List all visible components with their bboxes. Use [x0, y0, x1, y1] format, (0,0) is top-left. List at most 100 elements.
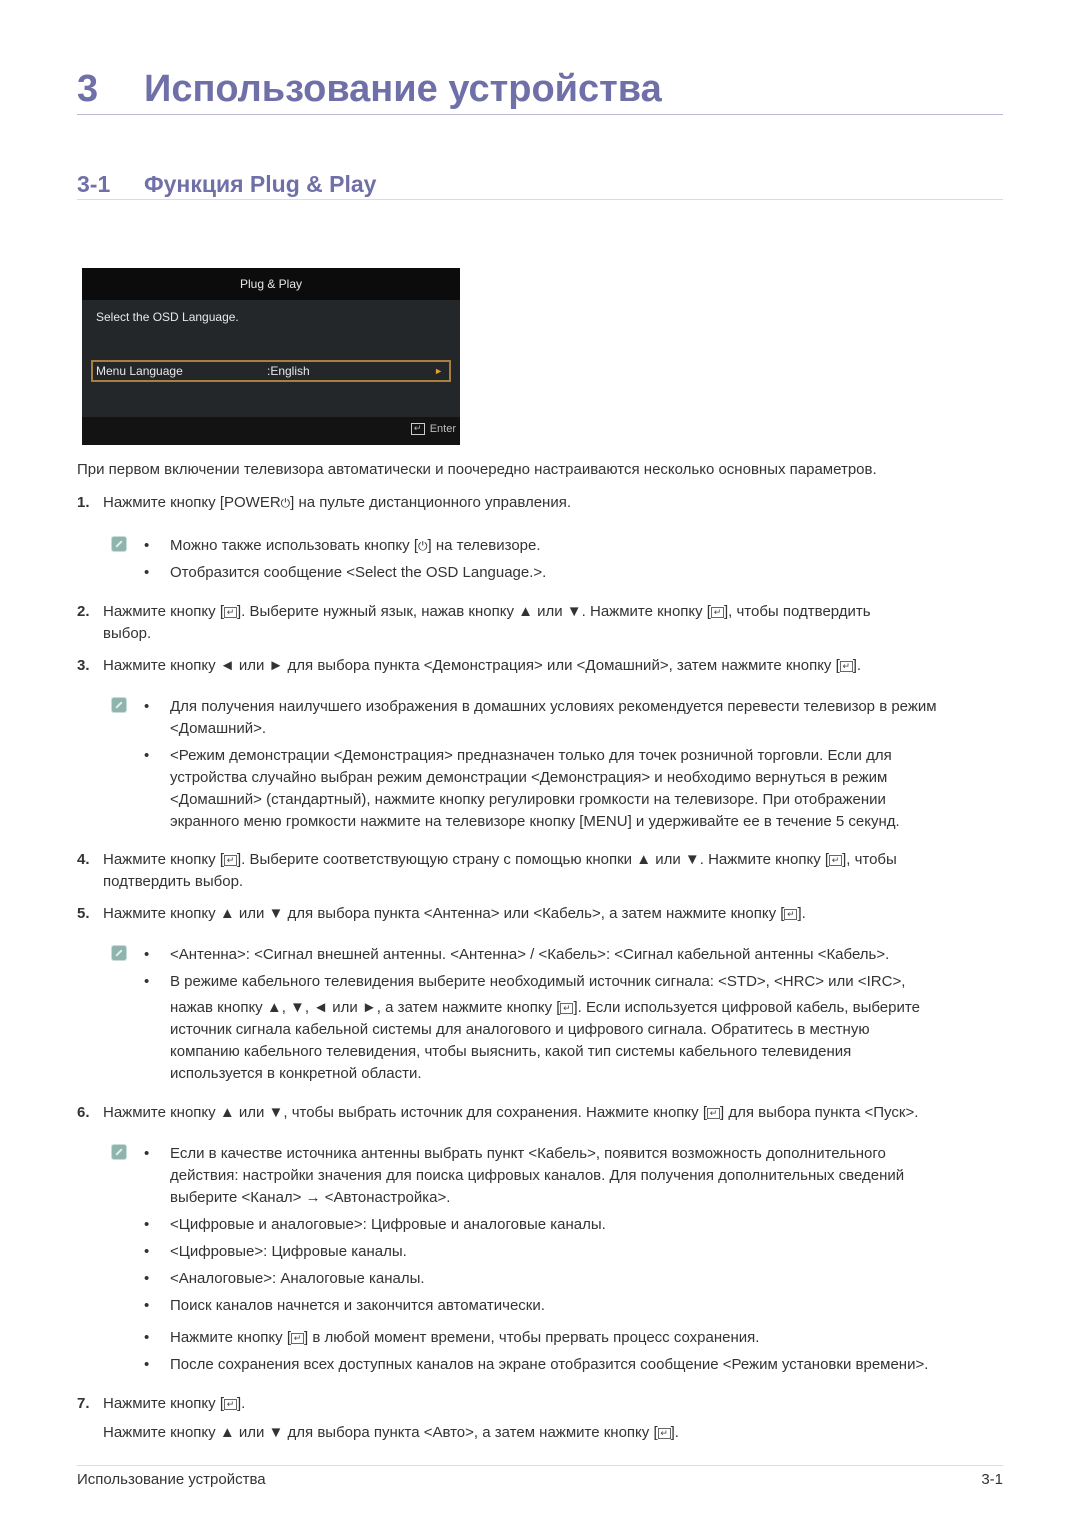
step-number: 6. [77, 1104, 90, 1121]
step-7-text: Нажмите кнопку [↵]. [103, 1393, 245, 1415]
enter-icon: ↵ [291, 1333, 304, 1344]
step-number: 3. [77, 657, 90, 674]
note-text: Можно также использовать кнопку [⏻] на т… [170, 535, 541, 557]
note-icon [112, 698, 126, 712]
note-text: источник сигнала кабельной системы для а… [170, 1021, 870, 1038]
step-number: 2. [77, 603, 90, 620]
enter-icon: ↵ [710, 607, 724, 618]
note-text: Поиск каналов начнется и закончится авто… [170, 1297, 545, 1314]
power-icon: ⏻ [418, 539, 428, 553]
bullet: • [144, 564, 150, 581]
section-title: Функция Plug & Play [144, 171, 377, 197]
note-text: <Домашний>. [170, 720, 267, 737]
note-text: <Режим демонстрации <Демонстрация> предн… [170, 747, 892, 764]
text-part: ]. [797, 905, 806, 922]
bullet: • [144, 537, 150, 554]
footer-chapter-title: Использование устройства [77, 1471, 266, 1488]
bullet: • [144, 1216, 150, 1233]
step-2-text: Нажмите кнопку [↵]. Выберите нужный язык… [103, 601, 871, 623]
section-number: 3-1 [77, 171, 111, 197]
enter-icon: ↵ [707, 1108, 720, 1119]
chapter-title: Использование устройства [144, 68, 662, 110]
note-text: устройства случайно выбран режим демонст… [170, 769, 888, 786]
osd-footer: ↵ Enter [82, 417, 460, 445]
text-part: ], чтобы подтвердить [723, 603, 871, 620]
osd-row-label: Menu Language [96, 364, 183, 378]
note-text: <Домашний> (стандартный), нажмите кнопку… [170, 791, 886, 808]
bullet: • [144, 698, 150, 715]
osd-screenshot: Plug & Play Select the OSD Language. Men… [82, 268, 460, 445]
step-4-text: Нажмите кнопку [↵]. Выберите соответству… [103, 849, 897, 871]
step-number: 4. [77, 851, 90, 868]
text-part: ], чтобы [842, 851, 897, 868]
text-part: ]. [237, 1395, 246, 1412]
enter-icon: ↵ [410, 423, 425, 435]
footer-divider [77, 1465, 1003, 1466]
text-part: ] в любой момент времени, чтобы прервать… [304, 1329, 760, 1346]
step-2-text-cont: выбор. [103, 625, 152, 642]
note-text: После сохранения всех доступных каналов … [170, 1356, 929, 1373]
note-text: действия: настройки значения для поиска … [170, 1167, 905, 1184]
text-part: Нажмите кнопку [ [103, 603, 224, 620]
step-4-text-cont: подтвердить выбор. [103, 873, 244, 890]
note-text: Отобразится сообщение <Select the OSD La… [170, 564, 547, 581]
note-text: В режиме кабельного телевидения выберите… [170, 973, 906, 990]
osd-menu-language-row: Menu Language :English ► [91, 360, 451, 382]
note-icon [112, 537, 126, 551]
enter-icon: ↵ [224, 1399, 237, 1410]
enter-icon: ↵ [224, 607, 237, 618]
bullet: • [144, 747, 150, 764]
step-number: 7. [77, 1395, 90, 1412]
power-icon: ⏻ [280, 496, 291, 510]
osd-enter-label: Enter [429, 423, 456, 435]
bullet: • [144, 1329, 150, 1346]
step-6-text: Нажмите кнопку ▲ или ▼, чтобы выбрать ис… [103, 1102, 918, 1124]
note-icon [112, 1145, 126, 1159]
note-text: <Цифровые и аналоговые>: Цифровые и анал… [170, 1216, 606, 1233]
text-part: ] на пульте дистанционного управления. [290, 494, 571, 511]
arrow-right-icon: ► [434, 366, 443, 376]
note-text: Для получения наилучшего изображения в д… [170, 698, 937, 715]
step-number: 5. [77, 905, 90, 922]
bullet: • [144, 1297, 150, 1314]
chapter-heading: 3 Использование устройства [77, 64, 1003, 115]
osd-title: Plug & Play [82, 268, 460, 300]
text-part: ]. [852, 657, 862, 674]
intro-text: При первом включении телевизора автомати… [77, 461, 877, 478]
text-part: ]. Если используется цифровой кабель, вы… [573, 999, 920, 1016]
note-text: экранного меню громкости нажмите на теле… [170, 813, 900, 830]
enter-icon: ↵ [839, 661, 853, 672]
text-part: Нажмите кнопку [ [103, 851, 224, 868]
step-number: 1. [77, 494, 90, 511]
text-part: Нажмите кнопку ▲ или ▼ для выбора пункта… [103, 905, 785, 922]
bullet: • [144, 1270, 150, 1287]
text-part: нажав кнопку ▲, ▼, ◄ или ►, а затем нажм… [170, 999, 561, 1016]
note-text: <Цифровые>: Цифровые каналы. [170, 1243, 407, 1260]
osd-enter-hint: ↵ Enter [410, 423, 456, 435]
enter-icon: ↵ [829, 855, 843, 866]
text-part: Нажмите кнопку [ [170, 1329, 291, 1346]
note-icon [112, 946, 126, 960]
step-7-text-cont: Нажмите кнопку ▲ или ▼ для выбора пункта… [103, 1422, 679, 1444]
text-part: Можно также использовать кнопку [ [170, 537, 418, 554]
note-text: <Антенна>: <Сигнал внешней антенны. <Ант… [170, 946, 890, 963]
bullet: • [144, 1145, 150, 1162]
osd-subtitle: Select the OSD Language. [96, 310, 239, 324]
enter-icon: ↵ [224, 855, 237, 866]
text-part: Нажмите кнопку [ [103, 1395, 224, 1412]
text-part: ]. [670, 1424, 679, 1441]
footer-page-number: 3-1 [981, 1471, 1003, 1488]
step-5-text: Нажмите кнопку ▲ или ▼ для выбора пункта… [103, 903, 806, 925]
bullet: • [144, 946, 150, 963]
text-part: ]. Выберите нужный язык, нажав кнопку ▲ … [237, 603, 711, 620]
osd-row-value: :English [267, 364, 310, 378]
text-part: ] на телевизоре. [427, 537, 541, 554]
note-text: нажав кнопку ▲, ▼, ◄ или ►, а затем нажм… [170, 997, 920, 1019]
text-part: ] для выбора пункта <Пуск>. [720, 1104, 919, 1121]
note-text: <Аналоговые>: Аналоговые каналы. [170, 1270, 425, 1287]
note-text: выберите <Канал> → <Автонастройка>. [170, 1189, 451, 1206]
enter-icon: ↵ [657, 1428, 671, 1439]
note-text: используется в конкретной области. [170, 1065, 422, 1082]
note-text: Если в качестве источника антенны выбрат… [170, 1145, 886, 1162]
text-part: Нажмите кнопку [POWER [103, 494, 281, 511]
